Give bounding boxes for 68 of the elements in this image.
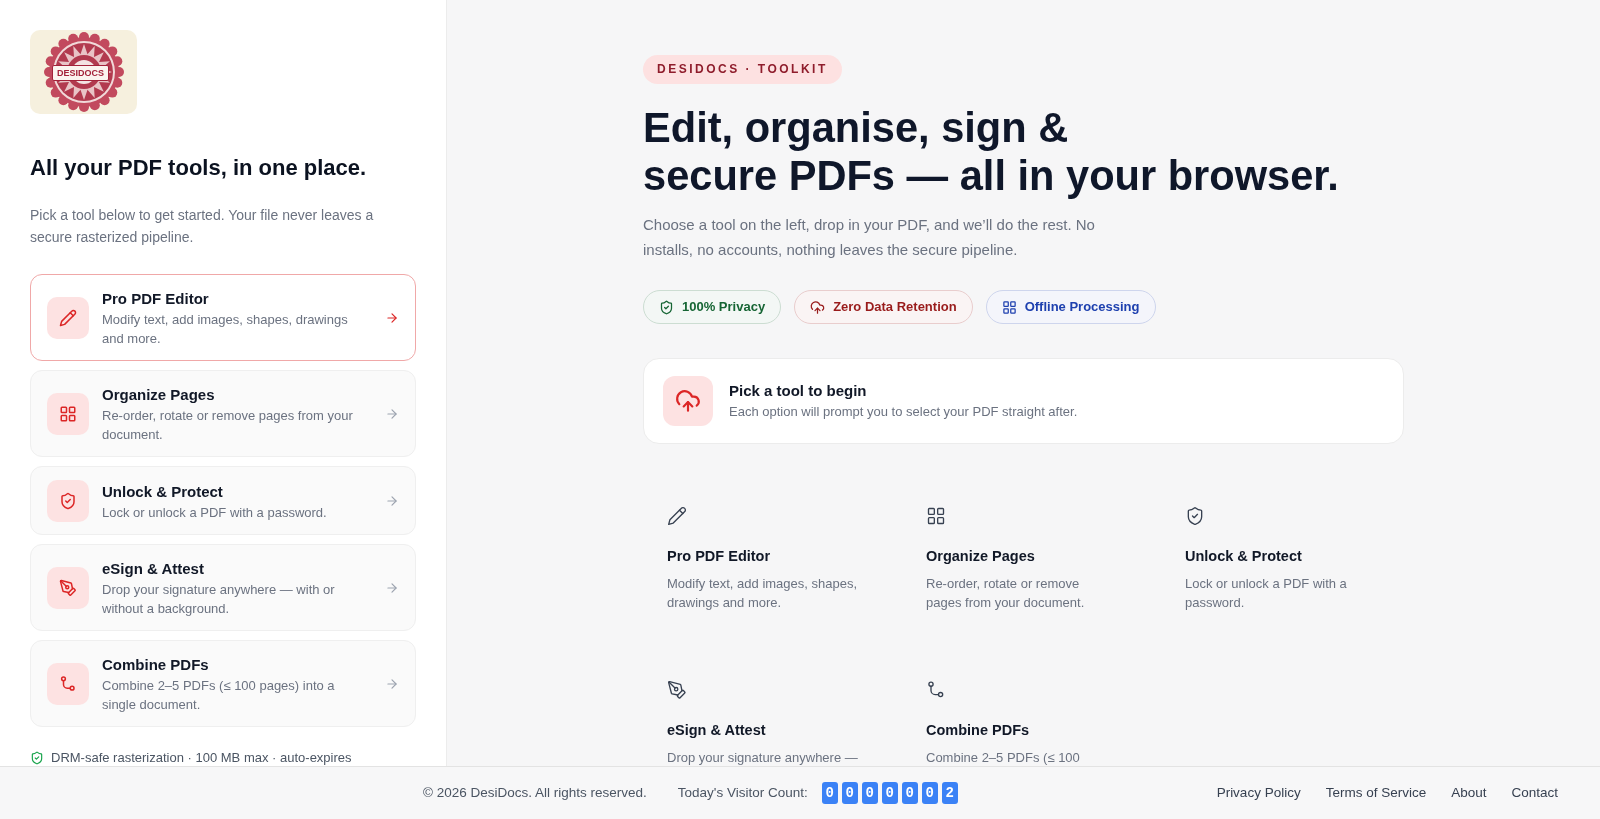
tool-description: Combine 2–5 PDFs (≤ 100 pages) into a single document. bbox=[102, 677, 336, 714]
tool-title: Unlock & Protect bbox=[1185, 547, 1303, 566]
sidebar-heading: All your PDF tools, in one place. bbox=[30, 154, 368, 182]
tool-title: Pro PDF Editor bbox=[667, 547, 772, 566]
arrow-right-icon bbox=[385, 407, 399, 421]
hero-lead: Choose a tool on the left, drop in your PDF, and we’ll do the rest. No installs, no accounts, nothing leaves the secure pipeline. bbox=[643, 215, 1096, 260]
security-note: DRM-safe rasterization · 100 MB max · auto-expires bbox=[51, 749, 352, 766]
feature-label: Offline Processing bbox=[1024, 298, 1140, 317]
tool-card[interactable]: Organize Pages Re-order, rotate or remove pages from your document. bbox=[30, 370, 416, 457]
pen-nib-icon bbox=[667, 680, 687, 700]
grid-icon bbox=[47, 393, 89, 435]
counter-digit: 2 bbox=[941, 782, 958, 804]
pencil-icon bbox=[47, 297, 89, 339]
tool-card[interactable]: Unlock & Protect Lock or unlock a PDF with a password. bbox=[30, 466, 416, 535]
counter-digit: 0 bbox=[901, 782, 918, 804]
pen-nib-icon bbox=[47, 567, 89, 609]
tool-title: Pro PDF Editor bbox=[102, 289, 210, 309]
tool-description: Drop your signature anywhere — bbox=[667, 749, 859, 766]
tool-description: Modify text, add images, shapes, drawings and more. bbox=[667, 575, 859, 612]
prompt-description: Each option will prompt you to select your PDF straight after. bbox=[729, 403, 1078, 421]
tool-description: Re-order, rotate or remove pages from your document. bbox=[926, 575, 1086, 612]
copyright-text: © 2026 DesiDocs. All rights reserved. bbox=[423, 783, 647, 802]
tool-card[interactable]: Pro PDF Editor Modify text, add images, shapes, drawings and more. bbox=[30, 274, 416, 361]
tool-description: Combine 2–5 PDFs (≤ 100 bbox=[926, 749, 1081, 766]
counter-digit: 0 bbox=[921, 782, 938, 804]
grid-icon bbox=[926, 506, 946, 526]
sidebar-intro: Pick a tool below to get started. Your file never leaves a secure rasterized pipeline. bbox=[30, 206, 375, 247]
tool-description: Modify text, add images, shapes, drawings and more. bbox=[102, 311, 349, 348]
tool-title: Organize Pages bbox=[926, 547, 1036, 566]
cloud-upload-icon bbox=[663, 376, 713, 426]
logo-text: DESIDOCS bbox=[52, 65, 109, 81]
eyebrow-label: DESIDOCS · TOOLKIT bbox=[643, 55, 842, 84]
tool-title: Unlock & Protect bbox=[102, 481, 224, 502]
footer-link[interactable]: About bbox=[1451, 782, 1487, 804]
tool-description: Drop your signature anywhere — with or without a background. bbox=[102, 581, 336, 618]
tool-title: eSign & Attest bbox=[667, 721, 767, 740]
branch-icon bbox=[47, 663, 89, 705]
cloud-upload-icon bbox=[810, 299, 826, 315]
shield-check-icon bbox=[1185, 506, 1205, 526]
tool-description: Lock or unlock a PDF with a password. bbox=[102, 503, 328, 522]
counter-digit: 0 bbox=[881, 782, 898, 804]
counter-digit: 0 bbox=[821, 782, 838, 804]
shield-check-icon bbox=[30, 750, 44, 765]
shield-check-icon bbox=[47, 480, 89, 522]
tool-card[interactable]: eSign & Attest Drop your signature anywhere — with or without a background. bbox=[30, 544, 416, 631]
counter-digit: 0 bbox=[861, 782, 878, 804]
feature-label: Zero Data Retention bbox=[833, 298, 957, 317]
branch-icon bbox=[926, 680, 946, 700]
tool-description: Re-order, rotate or remove pages from your document. bbox=[102, 407, 354, 444]
counter-digit: 0 bbox=[841, 782, 858, 804]
shield-check-icon bbox=[659, 299, 674, 315]
footer-link[interactable]: Privacy Policy bbox=[1216, 782, 1301, 804]
hero-heading: Edit, organise, sign & secure PDFs — all in your browser. bbox=[643, 104, 1340, 200]
visitor-count-label: Today's Visitor Count: bbox=[677, 783, 808, 802]
tool-title: eSign & Attest bbox=[102, 559, 205, 579]
tool-title: Organize Pages bbox=[102, 385, 216, 405]
tool-title: Combine PDFs bbox=[102, 655, 210, 675]
tool-title: Combine PDFs bbox=[926, 721, 1031, 740]
tool-description: Lock or unlock a PDF with a password. bbox=[1185, 575, 1348, 612]
tool-card[interactable]: Combine PDFs Combine 2–5 PDFs (≤ 100 pages) into a single document. bbox=[30, 640, 416, 727]
prompt-title: Pick a tool to begin bbox=[729, 381, 868, 401]
footer-link[interactable]: Contact bbox=[1511, 782, 1558, 804]
grid-icon bbox=[1001, 299, 1017, 315]
arrow-right-icon bbox=[385, 311, 399, 325]
pencil-icon bbox=[667, 506, 687, 526]
feature-label: 100% Privacy bbox=[682, 298, 766, 317]
footer-link[interactable]: Terms of Service bbox=[1325, 782, 1427, 804]
arrow-right-icon bbox=[385, 494, 399, 508]
